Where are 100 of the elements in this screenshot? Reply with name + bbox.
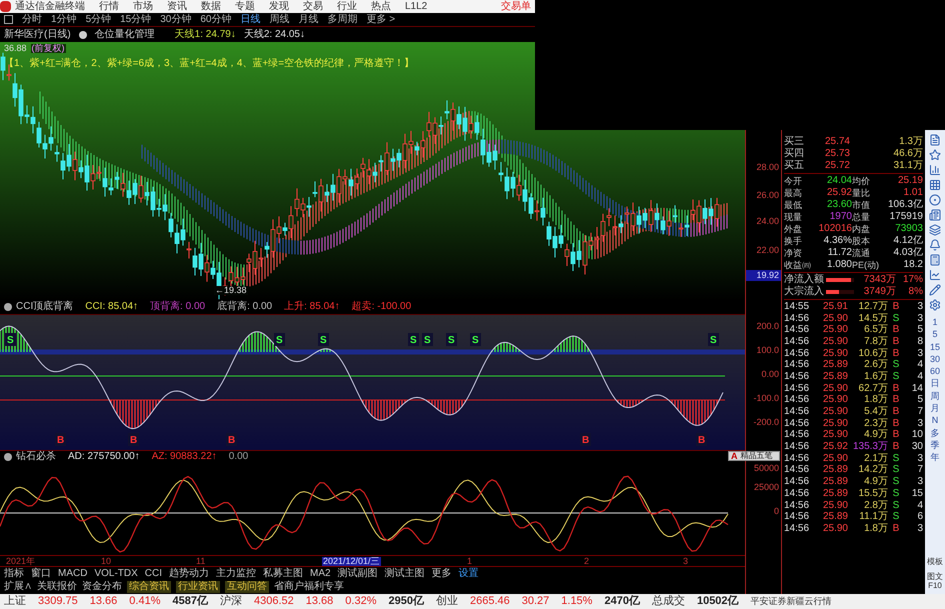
menu-item[interactable]: 发现 [269, 2, 289, 12]
tick-side: B [892, 418, 900, 429]
order-book-price: 25.74 [824, 137, 850, 147]
indicator-tab[interactable]: 趋势动力 [169, 568, 210, 578]
menu-item[interactable]: L1L2 [405, 2, 428, 12]
tick-price: 25.90 [822, 325, 848, 336]
indicator-tab[interactable]: CCI [144, 568, 162, 578]
toolbar-icon[interactable] [929, 254, 941, 266]
toolbar-icon[interactable] [929, 164, 941, 176]
toolbar-button[interactable]: 图文F10 [926, 572, 944, 590]
axis-label: 22.00 [756, 246, 779, 255]
period-tab[interactable]: 60分钟 [200, 14, 232, 24]
signal-label: S [448, 335, 455, 346]
indicator-tab[interactable]: MA2 [310, 568, 331, 578]
info-tab[interactable]: 资金分布 [82, 582, 122, 592]
menu-item[interactable]: 行业 [337, 2, 357, 12]
period-tab[interactable]: 5分钟 [86, 14, 112, 24]
indicator-tab[interactable]: VOL-TDX [94, 568, 138, 578]
stat-label: 换手 [784, 236, 803, 246]
period-tab[interactable]: 30分钟 [160, 14, 192, 24]
tick-volume: 2.8万 [863, 500, 888, 511]
period-button[interactable]: 30 [930, 352, 940, 366]
tick-side: B [892, 524, 900, 534]
period-tab[interactable]: 日线 [240, 14, 260, 24]
info-tab[interactable]: 行业资讯 [176, 581, 220, 593]
tick-count: 3 [916, 477, 923, 488]
period-tab[interactable]: 周线 [270, 14, 290, 24]
indicator-tab[interactable]: 指标 [4, 568, 24, 578]
period-button[interactable]: 周 [930, 390, 940, 402]
period-tab[interactable]: 1分钟 [51, 14, 77, 24]
indicator-tab[interactable]: 设置 [458, 568, 479, 578]
menu-item[interactable]: 数据 [201, 2, 221, 12]
menu-item[interactable]: 专题 [235, 2, 255, 12]
period-button[interactable]: 月 [930, 402, 940, 414]
tick-time: 14:56 [784, 442, 810, 452]
menu-item[interactable]: 热点 [371, 2, 391, 12]
indicator-tab[interactable]: 更多 [432, 568, 452, 578]
indicator-tab[interactable]: 窗口 [31, 568, 51, 578]
signal-label: S [472, 335, 479, 346]
toolbar-icon[interactable] [929, 134, 941, 146]
stat-value: 11.72 [826, 248, 852, 258]
period-button[interactable]: 季 [930, 438, 940, 452]
toolbar-icon[interactable] [929, 209, 941, 221]
menu-item[interactable]: 交易 [303, 2, 323, 12]
period-button[interactable]: 1 [932, 316, 938, 328]
trade-button[interactable]: 交易单 [501, 2, 531, 12]
period-button[interactable]: N [932, 414, 938, 427]
toolbar-icon[interactable] [929, 284, 941, 296]
toolbar-icon[interactable] [929, 299, 941, 311]
ime-toolbar[interactable]: A 精品五笔 [728, 451, 780, 461]
indicator-tab[interactable]: 主力监控 [216, 568, 256, 578]
toolbar-button[interactable]: 模板 [926, 557, 944, 566]
indicator-tab[interactable]: 测试副图 [338, 568, 378, 578]
stat-label: 外盘 [784, 224, 803, 234]
period-button[interactable]: 多 [930, 426, 940, 439]
tick-count: 30 [910, 442, 923, 452]
tick-volume: 5.4万 [863, 407, 888, 418]
period-button[interactable]: 日 [930, 377, 940, 390]
info-tab[interactable]: 综合资讯 [127, 581, 171, 593]
tick-count: 14 [910, 384, 923, 394]
menu-item[interactable]: 资讯 [167, 2, 187, 12]
info-tab[interactable]: 省商户福利专享 [274, 582, 344, 592]
period-tab[interactable]: 多周期 [328, 14, 358, 24]
tick-volume: 1.8万 [863, 395, 888, 406]
index-change: 13.68 [306, 596, 334, 607]
tick-price: 25.90 [822, 384, 848, 394]
indicator-tab[interactable]: 私募主图 [263, 568, 304, 578]
period-tab[interactable]: 分时 [22, 14, 42, 24]
toolbar-icon[interactable] [929, 269, 941, 281]
period-button[interactable]: 5 [932, 328, 938, 341]
toolbar-icon[interactable] [929, 239, 941, 251]
info-tab[interactable]: 互动问答 [225, 581, 269, 593]
menu-item[interactable]: 市场 [133, 2, 153, 12]
period-button[interactable]: 60 [930, 365, 940, 378]
toolbar-icon[interactable] [929, 194, 941, 206]
toolbar-icon[interactable] [929, 149, 941, 161]
index-name: 沪深 [220, 596, 242, 607]
tick-time: 14:56 [784, 430, 810, 440]
period-tab[interactable]: 更多 > [366, 14, 396, 24]
period-tab[interactable]: 15分钟 [120, 14, 152, 24]
period-tab[interactable]: 月线 [298, 14, 318, 24]
total-amount: 10502亿 [696, 596, 739, 607]
tick-count: 4 [916, 500, 923, 511]
menu-item[interactable]: 行情 [99, 2, 119, 12]
tick-price: 25.90 [822, 348, 848, 359]
position-tool-label[interactable]: 仓位量化管理 [94, 30, 155, 40]
input-mode-label[interactable]: A [731, 452, 738, 460]
info-tab[interactable]: 关联报价 [37, 582, 77, 592]
info-tab[interactable]: 扩展∧ [4, 582, 32, 592]
chart-type-icon[interactable] [4, 15, 13, 24]
period-button[interactable]: 年 [930, 451, 940, 464]
indicator-tab[interactable]: 测试主图 [384, 568, 425, 578]
toolbar-icon[interactable] [929, 179, 941, 191]
indicator-value: 顶背离: 0.00 [150, 302, 206, 312]
indicator-tab[interactable]: MACD [58, 568, 88, 578]
toolbar-icon[interactable] [929, 224, 941, 236]
axis-label: 25000 [754, 483, 779, 492]
period-button[interactable]: 15 [930, 340, 940, 353]
tick-count: 10 [910, 430, 923, 440]
tick-volume: 11.1万 [858, 512, 888, 522]
